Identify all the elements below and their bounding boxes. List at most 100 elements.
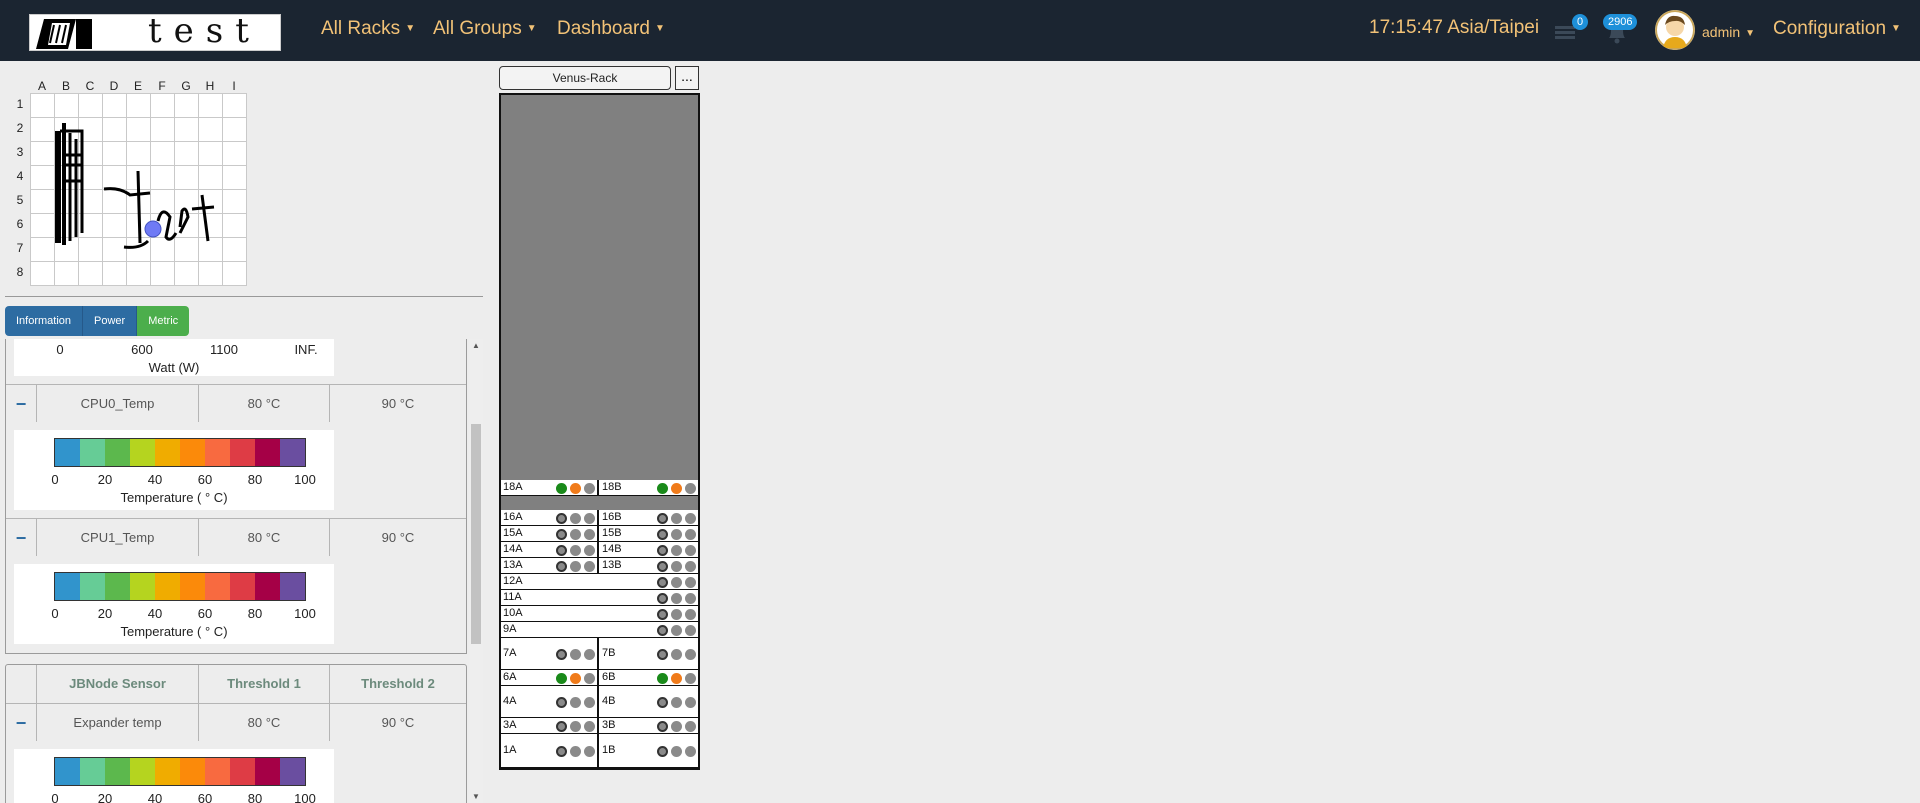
- menu-all-groups[interactable]: All Groups ▼: [433, 18, 537, 40]
- grid-cell[interactable]: [150, 237, 175, 262]
- grid-cell[interactable]: [102, 165, 127, 190]
- rack-node-18b[interactable]: 18B: [600, 480, 698, 495]
- grid-cell[interactable]: [150, 189, 175, 214]
- rack-node-7b[interactable]: 7B: [600, 638, 698, 669]
- grid-cell[interactable]: [102, 189, 127, 214]
- grid-cell[interactable]: [174, 117, 199, 142]
- grid-cell[interactable]: [174, 93, 199, 118]
- grid-cell[interactable]: [126, 117, 151, 142]
- rack-node-11a[interactable]: 11A: [501, 590, 698, 605]
- grid-cell[interactable]: [198, 117, 223, 142]
- tab-power[interactable]: Power: [83, 306, 138, 336]
- grid-cell[interactable]: [174, 237, 199, 262]
- avatar[interactable]: [1655, 10, 1695, 50]
- grid-cell[interactable]: [150, 261, 175, 286]
- grid-cell[interactable]: [222, 213, 247, 238]
- grid-cell[interactable]: [126, 93, 151, 118]
- grid-cell[interactable]: [30, 165, 55, 190]
- metric-scroll-area[interactable]: 0 600 1100 INF. Watt (W) − CPU0_Temp 80 …: [5, 339, 483, 803]
- grid-cell[interactable]: [54, 261, 79, 286]
- collapse-button[interactable]: −: [6, 518, 37, 556]
- site-logo[interactable]: test: [29, 11, 281, 51]
- grid-cell[interactable]: [30, 213, 55, 238]
- rack-node-7a[interactable]: 7A: [501, 638, 599, 669]
- grid-cell[interactable]: [222, 189, 247, 214]
- grid-cell[interactable]: [102, 117, 127, 142]
- grid-cell[interactable]: [150, 165, 175, 190]
- rack-node-12a[interactable]: 12A: [501, 574, 698, 589]
- grid-cell[interactable]: [174, 165, 199, 190]
- rack-node-3a[interactable]: 3A: [501, 718, 599, 733]
- rack-node-16b[interactable]: 16B: [600, 510, 698, 525]
- rack-node-13a[interactable]: 13A: [501, 558, 599, 573]
- grid-cell[interactable]: [102, 93, 127, 118]
- grid-cell[interactable]: [30, 261, 55, 286]
- grid-cell[interactable]: [78, 93, 103, 118]
- grid-cell[interactable]: [30, 93, 55, 118]
- user-menu[interactable]: admin ▼: [1702, 24, 1755, 40]
- vertical-scrollbar[interactable]: ▲ ▼: [469, 339, 483, 803]
- grid-cell[interactable]: [222, 261, 247, 286]
- grid-cell[interactable]: [198, 213, 223, 238]
- grid-cell[interactable]: [102, 141, 127, 166]
- grid-cell[interactable]: [30, 237, 55, 262]
- collapse-button[interactable]: −: [6, 703, 37, 741]
- grid-cell[interactable]: [222, 237, 247, 262]
- rack-node-15a[interactable]: 15A: [501, 526, 599, 541]
- rack-node-18a[interactable]: 18A: [501, 480, 599, 495]
- scroll-up-icon[interactable]: ▲: [469, 341, 483, 350]
- rack-node-3b[interactable]: 3B: [600, 718, 698, 733]
- grid-cell[interactable]: [102, 237, 127, 262]
- menu-all-racks[interactable]: All Racks ▼: [321, 18, 415, 40]
- grid-cell[interactable]: [102, 261, 127, 286]
- grid-cell[interactable]: [174, 261, 199, 286]
- grid-cell[interactable]: [198, 261, 223, 286]
- grid-cell[interactable]: [30, 141, 55, 166]
- grid-cell[interactable]: [126, 261, 151, 286]
- rack-node-1b[interactable]: 1B: [600, 734, 698, 767]
- alerts-button[interactable]: 2906: [1603, 14, 1638, 46]
- grid-cell[interactable]: [222, 165, 247, 190]
- grid-cell[interactable]: [198, 141, 223, 166]
- tasks-button[interactable]: 0: [1552, 14, 1589, 46]
- rack-node-16a[interactable]: 16A: [501, 510, 599, 525]
- grid-cell[interactable]: [222, 141, 247, 166]
- rack-node-13b[interactable]: 13B: [600, 558, 698, 573]
- grid-cell[interactable]: [78, 261, 103, 286]
- rack-node-9a[interactable]: 9A: [501, 622, 698, 637]
- grid-cell[interactable]: [222, 117, 247, 142]
- rack-node-6a[interactable]: 6A: [501, 670, 599, 685]
- grid-cell[interactable]: [102, 213, 127, 238]
- collapse-button[interactable]: −: [6, 384, 37, 422]
- floor-grid-canvas[interactable]: [30, 93, 248, 287]
- rack-node-1a[interactable]: 1A: [501, 734, 599, 767]
- tab-information[interactable]: Information: [5, 306, 84, 336]
- grid-cell[interactable]: [198, 237, 223, 262]
- rack-node-4b[interactable]: 4B: [600, 686, 698, 717]
- grid-cell[interactable]: [150, 93, 175, 118]
- grid-cell[interactable]: [54, 93, 79, 118]
- grid-cell[interactable]: [150, 117, 175, 142]
- grid-cell[interactable]: [30, 117, 55, 142]
- scrollbar-thumb[interactable]: [471, 424, 481, 644]
- grid-cell[interactable]: [198, 93, 223, 118]
- rack-node-6b[interactable]: 6B: [600, 670, 698, 685]
- grid-cell[interactable]: [30, 189, 55, 214]
- rack-node-4a[interactable]: 4A: [501, 686, 599, 717]
- rack-name-button[interactable]: Venus-Rack: [499, 66, 671, 90]
- rack-node-10a[interactable]: 10A: [501, 606, 698, 621]
- menu-dashboard[interactable]: Dashboard ▼: [557, 18, 665, 40]
- grid-cell[interactable]: [150, 141, 175, 166]
- grid-cell[interactable]: [222, 93, 247, 118]
- tab-metric[interactable]: Metric: [137, 306, 190, 336]
- grid-cell[interactable]: [126, 141, 151, 166]
- rack-node-15b[interactable]: 15B: [600, 526, 698, 541]
- grid-cell[interactable]: [78, 237, 103, 262]
- menu-configuration[interactable]: Configuration ▼: [1773, 18, 1901, 40]
- scroll-down-icon[interactable]: ▼: [469, 792, 483, 801]
- rack-node-14b[interactable]: 14B: [600, 542, 698, 557]
- rack-more-button[interactable]: ...: [675, 66, 699, 90]
- rack-node-14a[interactable]: 14A: [501, 542, 599, 557]
- grid-cell[interactable]: [198, 165, 223, 190]
- grid-cell[interactable]: [174, 141, 199, 166]
